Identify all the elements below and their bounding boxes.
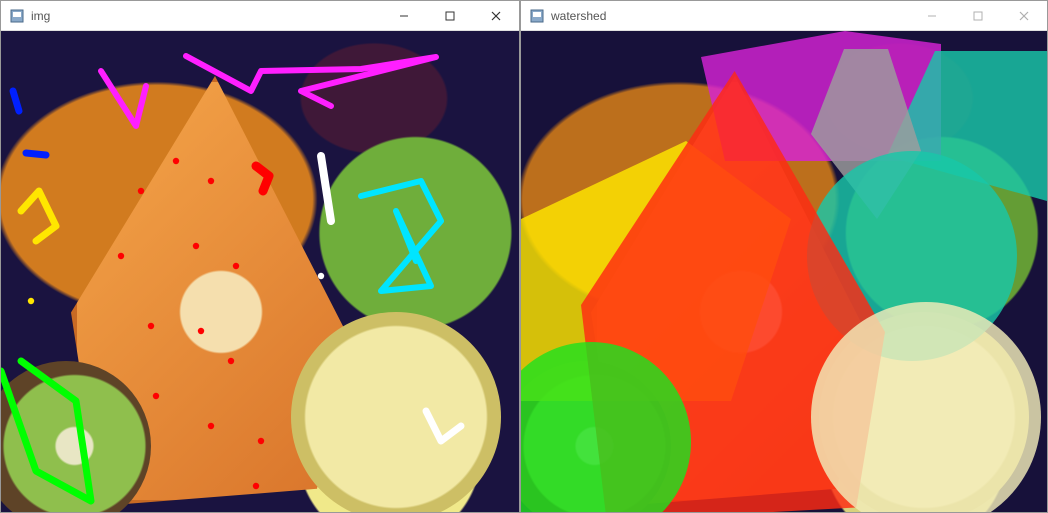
segment-lemon <box>811 302 1041 512</box>
app-icon <box>9 8 25 24</box>
close-button[interactable] <box>1001 1 1047 31</box>
watershed-overlay <box>521 31 1047 512</box>
titlebar-watershed[interactable]: watershed <box>521 1 1047 31</box>
app-icon <box>529 8 545 24</box>
image-canvas-watershed[interactable] <box>521 31 1047 512</box>
image-canvas-img[interactable] <box>1 31 519 512</box>
lemon <box>291 312 501 512</box>
window-watershed: watershed <box>520 0 1048 513</box>
window-img: img <box>0 0 520 513</box>
window-title: img <box>31 9 50 23</box>
minimize-button[interactable] <box>381 1 427 31</box>
maximize-button[interactable] <box>955 1 1001 31</box>
close-button[interactable] <box>473 1 519 31</box>
window-title: watershed <box>551 9 606 23</box>
titlebar-img[interactable]: img <box>1 1 519 31</box>
maximize-button[interactable] <box>427 1 473 31</box>
minimize-button[interactable] <box>909 1 955 31</box>
